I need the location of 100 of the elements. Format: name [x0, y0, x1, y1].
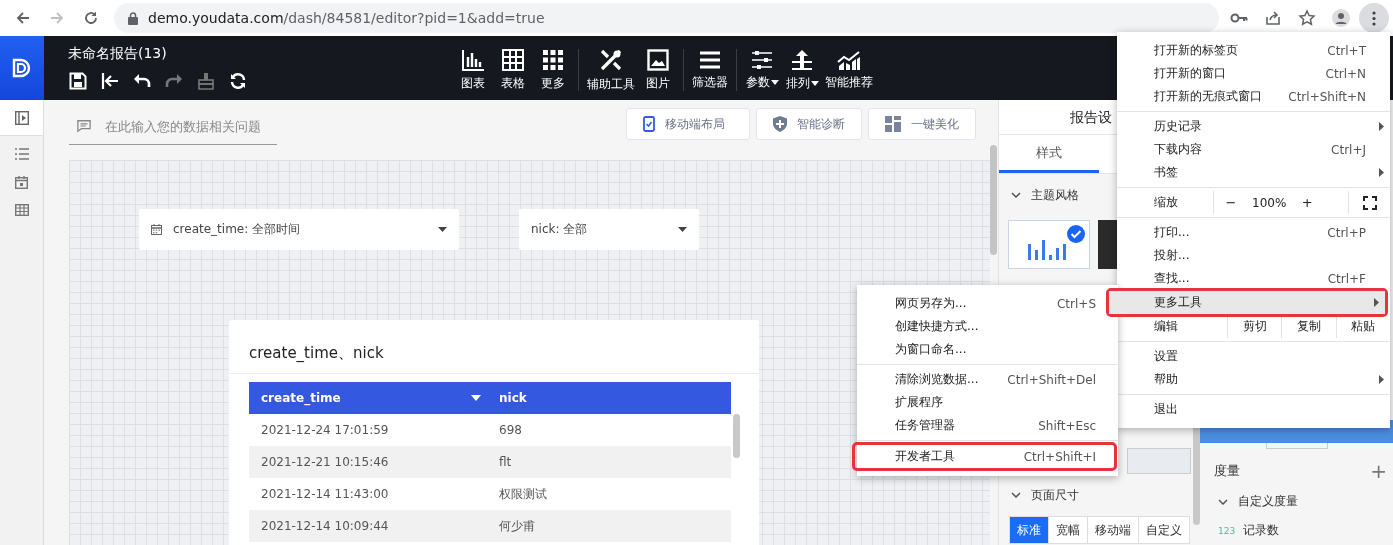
brush-icon: [197, 72, 215, 90]
edit-action[interactable]: 粘贴: [1335, 315, 1390, 338]
color-swatch[interactable]: [1127, 448, 1191, 474]
menu-item[interactable]: 开发者工具 Ctrl+Shift+I: [855, 445, 1114, 468]
menu-item[interactable]: 帮助: [1117, 368, 1390, 391]
chevron-icon[interactable]: [1011, 192, 1021, 198]
refresh-button[interactable]: [228, 71, 248, 91]
sliders-icon: [751, 49, 773, 70]
logo[interactable]: [11, 57, 33, 79]
type-label: 123: [1218, 525, 1236, 536]
edit-action[interactable]: 复制: [1281, 315, 1336, 338]
field-item[interactable]: 记录数: [1243, 522, 1280, 539]
scrollbar-thumb[interactable]: [990, 145, 997, 255]
menu-item[interactable]: 为窗口命名...: [857, 338, 1118, 361]
address-bar[interactable]: demo.youdata.com/dash/84581/editor?pid=1&add=true: [114, 3, 1219, 33]
tool-button[interactable]: 辅助工具: [587, 46, 635, 94]
table-title: create_time、nick: [229, 320, 759, 374]
menu-item[interactable]: 投射...: [1117, 244, 1390, 267]
sidebar-button[interactable]: [0, 100, 43, 136]
shortcut-text: Ctrl+Shift+Del: [1007, 372, 1096, 387]
tool-button[interactable]: 图表: [456, 46, 490, 94]
section-title: 度量: [1214, 462, 1240, 480]
calendar-icon: [15, 175, 28, 189]
menu-item[interactable]: 打开新的标签页 Ctrl+T: [1117, 39, 1390, 62]
table-icon: [14, 204, 29, 216]
section-title: 主题风格: [1031, 186, 1079, 204]
action-button[interactable]: 一键美化: [868, 108, 976, 140]
tools-icon: [599, 47, 623, 72]
theme-card[interactable]: [1008, 220, 1090, 269]
tool-button[interactable]: 排列: [785, 46, 819, 94]
resize-handle[interactable]: [1265, 443, 1328, 449]
menu-item[interactable]: 下载内容 Ctrl+J: [1117, 138, 1390, 161]
url-text: demo.youdata.com/dash/84581/editor?pid=1&add=true: [148, 10, 545, 26]
image-icon: [647, 48, 669, 71]
submenu-arrow-icon: [1374, 298, 1379, 307]
menu-label: 编辑: [1153, 318, 1179, 335]
size-option[interactable]: 宽幅: [1048, 517, 1087, 543]
group-title: 自定义度量: [1238, 493, 1298, 510]
undo-icon: [133, 72, 151, 90]
layout-icon: [885, 116, 901, 132]
menu-item[interactable]: 查找... Ctrl+F: [1117, 267, 1390, 290]
tool-button[interactable]: 参数: [745, 46, 779, 94]
menu-item[interactable]: 更多工具: [1109, 291, 1385, 314]
menu-item[interactable]: 任务管理器 Shift+Esc: [857, 414, 1118, 437]
add-button[interactable]: +: [1370, 461, 1387, 481]
refresh-icon: [229, 72, 247, 90]
column-header[interactable]: nick: [487, 391, 527, 405]
filter-dropdown[interactable]: create_time: 全部时间: [139, 209, 459, 250]
action-button[interactable]: 智能诊断: [756, 108, 862, 140]
menu-item[interactable]: 清除浏览数据... Ctrl+Shift+Del: [857, 368, 1118, 391]
filter-dropdown[interactable]: nick: 全部: [519, 209, 699, 250]
menu-item[interactable]: 扩展程序: [857, 391, 1118, 414]
edit-action[interactable]: 剪切: [1227, 315, 1282, 338]
arrange-icon: [791, 48, 813, 71]
table-icon: [502, 48, 524, 71]
menu-item[interactable]: 书签: [1117, 161, 1390, 184]
tool-button[interactable]: 图片: [641, 46, 675, 94]
menu-item[interactable]: 创建快捷方式...: [857, 315, 1118, 338]
chevron-icon[interactable]: [1218, 498, 1228, 505]
list-icon: [14, 148, 29, 160]
tool-button[interactable]: 更多: [536, 46, 570, 94]
table-cell-text: 2021-12-14 11:43:00: [260, 487, 390, 501]
save-icon: [69, 72, 87, 90]
chevron-icon[interactable]: [1011, 492, 1021, 498]
table-cell-text: flt: [498, 455, 512, 469]
comment-icon: [77, 119, 91, 133]
table-cell-text: 2021-12-24 17:01:59: [260, 423, 390, 437]
table-cell-text: 2021-12-21 10:15:46: [260, 455, 390, 469]
lock-icon: [128, 11, 138, 25]
phone-icon: [643, 116, 655, 132]
section-title: 页面尺寸: [1031, 486, 1079, 504]
zoom-out-button[interactable]: −: [1224, 195, 1238, 210]
tool-button[interactable]: 表格: [496, 46, 530, 94]
size-option[interactable]: 自定义: [1138, 517, 1189, 543]
caret-icon: [438, 227, 447, 232]
kebab-button[interactable]: [1359, 3, 1389, 33]
tool-button[interactable]: 智能推荐: [825, 46, 873, 94]
menu-item[interactable]: 打印... Ctrl+P: [1117, 221, 1390, 244]
column-header[interactable]: create_time: [249, 391, 487, 405]
question-field[interactable]: 在此输入您的数据相关问题: [103, 117, 277, 135]
scrollbar-thumb[interactable]: [733, 414, 740, 458]
size-option[interactable]: 移动端: [1087, 517, 1138, 543]
exit-button[interactable]: [100, 71, 120, 91]
menu-icon: [1372, 10, 1376, 26]
action-button[interactable]: 移动端布局: [626, 108, 750, 140]
shield-icon: [773, 116, 787, 132]
menu-item[interactable]: 设置: [1117, 345, 1390, 368]
shortcut-text: Ctrl+T: [1327, 43, 1366, 58]
menu-item[interactable]: 退出: [1117, 398, 1390, 421]
save-button[interactable]: [68, 71, 88, 91]
calendar-icon: [151, 224, 162, 235]
shortcut-text: Ctrl+P: [1327, 225, 1366, 240]
menu-item[interactable]: 打开新的窗口 Ctrl+N: [1117, 62, 1390, 85]
zoom-in-button[interactable]: +: [1300, 195, 1315, 210]
submenu-arrow-icon: [1379, 168, 1384, 177]
tool-button[interactable]: 筛选器: [692, 46, 728, 94]
size-option[interactable]: 标准: [1010, 517, 1048, 543]
table-cell-text: 何少甫: [498, 517, 535, 535]
sort-caret-icon: [471, 395, 481, 401]
shortcut-text: Ctrl+F: [1327, 271, 1366, 286]
